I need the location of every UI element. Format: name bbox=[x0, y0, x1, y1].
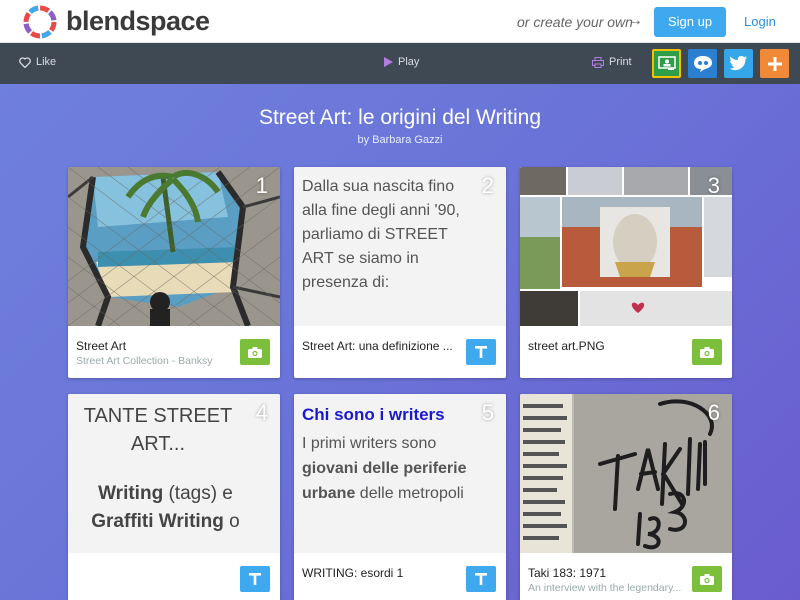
remind-button[interactable] bbox=[688, 49, 717, 78]
card-image bbox=[520, 167, 732, 326]
heart-icon bbox=[19, 56, 31, 68]
lesson-card-2[interactable]: Dalla sua nascita fino alla fine degli a… bbox=[294, 167, 506, 378]
card-caption: WRITING: esordi 1 bbox=[302, 566, 404, 580]
card-body-bold: Graffiti Writing bbox=[91, 511, 224, 532]
card-number: 3 bbox=[707, 173, 720, 198]
card-image bbox=[520, 394, 732, 553]
card-text-preview: Chi sono i writers I primi writers sono … bbox=[294, 394, 506, 553]
camera-icon bbox=[248, 346, 262, 358]
card-body-text: delle metropoli bbox=[355, 485, 464, 502]
logo-text[interactable]: blendspace bbox=[66, 6, 210, 37]
text-badge bbox=[466, 339, 496, 365]
card-body-bold: Writing bbox=[98, 483, 164, 504]
camera-icon bbox=[700, 573, 714, 585]
like-label: Like bbox=[36, 56, 57, 68]
lesson-card-4[interactable]: TANTE STREET ART... Writing (tags) e Gra… bbox=[68, 394, 280, 600]
card-image bbox=[68, 167, 280, 326]
lesson-card-1[interactable]: 1 Street Art Street Art Collection - Ban… bbox=[68, 167, 280, 378]
card-number: 6 bbox=[707, 400, 720, 425]
card-caption: Taki 183: 1971 bbox=[528, 566, 607, 580]
card-number: 5 bbox=[481, 400, 494, 425]
create-own-link[interactable]: or create your own bbox=[517, 14, 633, 30]
lesson-card-5[interactable]: Chi sono i writers I primi writers sono … bbox=[294, 394, 506, 600]
like-button[interactable]: Like bbox=[19, 56, 56, 68]
card-body-line: TANTE STREET bbox=[83, 405, 233, 427]
camera-badge bbox=[692, 566, 722, 592]
card-subcaption: An interview with the legendary... bbox=[528, 582, 682, 594]
lesson-canvas: Street Art: le origini del Writing by Ba… bbox=[0, 84, 800, 600]
card-heading: Chi sono i writers bbox=[302, 405, 445, 424]
add-icon bbox=[767, 56, 782, 71]
play-label: Play bbox=[398, 56, 420, 68]
card-caption: street art.PNG bbox=[528, 339, 605, 353]
play-icon bbox=[384, 57, 393, 67]
camera-icon bbox=[700, 346, 714, 358]
card-number: 2 bbox=[481, 173, 494, 198]
blendspace-logo-icon[interactable] bbox=[22, 4, 58, 40]
arrow-right-icon: → bbox=[627, 12, 643, 29]
signup-button[interactable]: Sign up bbox=[654, 7, 726, 37]
google-classroom-button[interactable] bbox=[652, 49, 681, 78]
card-subcaption: Street Art Collection - Banksy bbox=[76, 355, 213, 367]
card-text-preview: Dalla sua nascita fino alla fine degli a… bbox=[294, 167, 506, 326]
camera-badge bbox=[240, 339, 270, 365]
card-body-text: Dalla sua nascita fino alla fine degli a… bbox=[302, 178, 460, 291]
top-bar: blendspace or create your own → Sign up … bbox=[0, 0, 800, 43]
printer-icon bbox=[592, 56, 604, 68]
card-number: 4 bbox=[255, 400, 268, 425]
twitter-icon bbox=[729, 56, 747, 71]
text-icon bbox=[249, 573, 261, 585]
card-caption: Street Art bbox=[76, 339, 127, 353]
lesson-card-3[interactable]: 3 street art.PNG bbox=[520, 167, 732, 378]
card-body-text: o bbox=[223, 511, 240, 532]
card-body-line: ART... bbox=[130, 433, 186, 455]
play-button[interactable]: Play bbox=[384, 56, 419, 68]
lesson-card-6[interactable]: 6 Taki 183: 1971 An interview with the l… bbox=[520, 394, 732, 600]
remind-icon bbox=[693, 55, 712, 72]
card-caption: Street Art: una definizione ... bbox=[302, 339, 453, 353]
login-link[interactable]: Login bbox=[744, 14, 776, 29]
print-label: Print bbox=[609, 56, 632, 68]
print-button[interactable]: Print bbox=[592, 56, 632, 68]
card-body-text: (tags) e bbox=[163, 483, 233, 504]
card-text-preview: TANTE STREET ART... Writing (tags) e Gra… bbox=[68, 394, 280, 553]
card-body-text: I primi writers sono bbox=[302, 435, 437, 452]
lesson-title: Street Art: le origini del Writing bbox=[258, 106, 542, 129]
text-icon bbox=[475, 346, 487, 358]
lesson-author[interactable]: by Barbara Gazzi bbox=[0, 134, 800, 146]
google-classroom-icon bbox=[657, 56, 676, 70]
add-button[interactable] bbox=[760, 49, 789, 78]
card-number: 1 bbox=[255, 173, 268, 198]
camera-badge bbox=[692, 339, 722, 365]
text-badge bbox=[240, 566, 270, 592]
text-badge bbox=[466, 566, 496, 592]
twitter-button[interactable] bbox=[724, 49, 753, 78]
text-icon bbox=[475, 573, 487, 585]
